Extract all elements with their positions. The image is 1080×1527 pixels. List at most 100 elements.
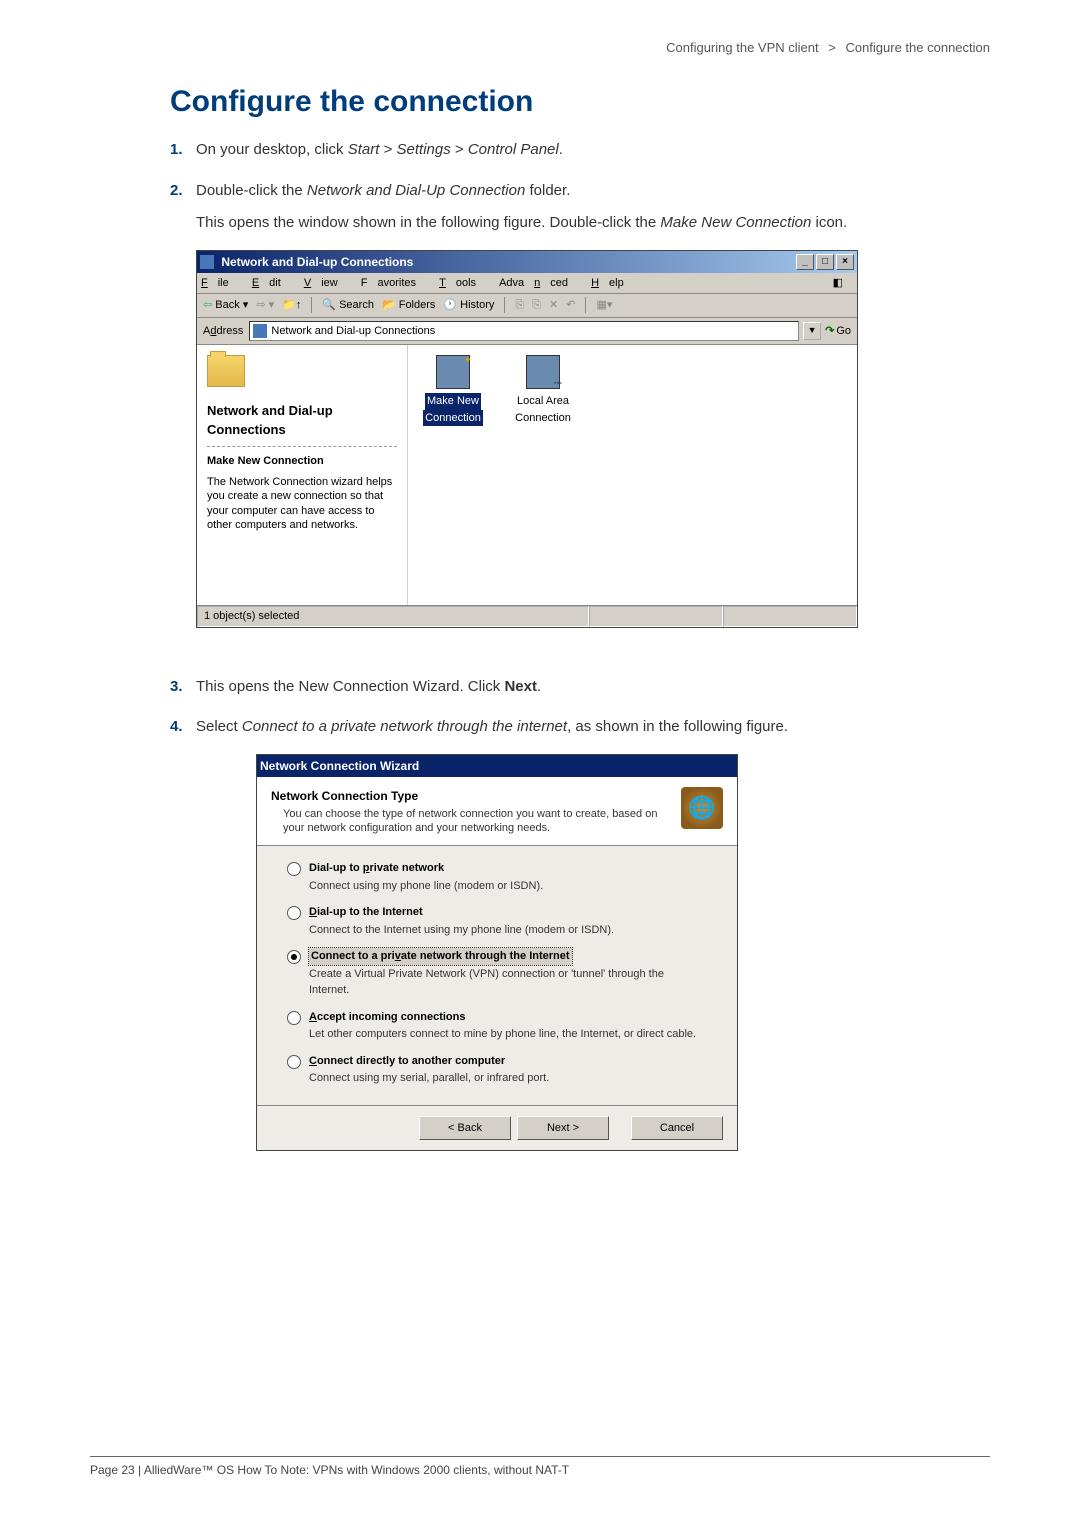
breadcrumb-section: Configuring the VPN client <box>666 40 818 55</box>
radio-dialup-internet[interactable]: Dial-up to the Internet Connect to the I… <box>287 904 707 938</box>
emph: Connect to a private network through the… <box>242 718 567 735</box>
go-button[interactable]: ↷Go <box>825 323 851 340</box>
status-cell <box>589 606 723 627</box>
text: > <box>451 141 468 158</box>
titlebar: Network Connection Wizard <box>257 755 737 777</box>
search-button[interactable]: 🔍 Search <box>322 297 374 314</box>
status-cell <box>723 606 857 627</box>
address-bar: Address Network and Dial-up Connections … <box>197 318 857 346</box>
radio-desc: Connect to the Internet using my phone l… <box>309 922 707 939</box>
radio-desc: Let other computers connect to mine by p… <box>309 1026 707 1043</box>
undo-icon[interactable]: ↶ <box>566 297 575 314</box>
text: icon. <box>811 214 847 231</box>
page-footer: Page 23 | AlliedWare™ OS How To Note: VP… <box>90 1456 990 1477</box>
radio-desc: Connect using my phone line (modem or IS… <box>309 878 707 895</box>
folder-info-pane: Network and Dial-up Connections Make New… <box>197 345 408 605</box>
strong: Next <box>504 678 537 695</box>
text: On your desktop, click <box>196 141 348 158</box>
forward-button[interactable]: ⇨ ▾ <box>256 297 274 314</box>
cancel-button[interactable]: Cancel <box>631 1116 723 1141</box>
breadcrumb-sep: > <box>828 40 836 55</box>
breadcrumb-page: Configure the connection <box>845 40 990 55</box>
back-button[interactable]: < Back <box>419 1116 511 1141</box>
toolbar: ⇦ Back ▾ ⇨ ▾ 📁↑ 🔍 Search 📂 Folders 🕐 His… <box>197 294 857 318</box>
step-body: Double-click the Network and Dial-Up Con… <box>196 180 990 658</box>
address-value: Network and Dial-up Connections <box>271 323 435 340</box>
selection-name: Make New Connection <box>207 453 397 470</box>
lan-icon <box>526 355 560 389</box>
up-button[interactable]: 📁↑ <box>282 297 301 314</box>
window-body: Network and Dial-up Connections Make New… <box>197 345 857 605</box>
menu-view[interactable]: View <box>304 275 348 292</box>
back-button[interactable]: ⇦ Back ▾ <box>203 297 248 314</box>
title-text: Network and Dial-up Connections <box>221 255 413 269</box>
wizard-title: Network Connection Type <box>271 787 681 805</box>
text: Double-click the <box>196 182 307 199</box>
local-area-connection-icon[interactable]: Local Area Connection <box>508 355 578 426</box>
step-number: 3. <box>170 676 196 699</box>
wizard-window: Network Connection Wizard Network Connec… <box>256 754 738 1152</box>
explorer-window: Network and Dial-up Connections _ □ × Fi… <box>196 250 858 628</box>
text: Select <box>196 718 242 735</box>
menubar: File Edit View Favorites Tools Advanced … <box>197 273 857 295</box>
radio-dialup-private[interactable]: Dial-up to private network Connect using… <box>287 860 707 894</box>
radio-incoming[interactable]: Accept incoming connections Let other co… <box>287 1009 707 1043</box>
moveto-icon[interactable]: ⎘ <box>515 297 524 314</box>
text: folder. <box>525 182 570 199</box>
make-new-connection-icon[interactable]: Make New Connection <box>418 355 488 426</box>
radio-desc: Connect using my serial, parallel, or in… <box>309 1070 707 1087</box>
text: This opens the window shown in the follo… <box>196 214 660 231</box>
radio-desc: Create a Virtual Private Network (VPN) c… <box>309 966 707 999</box>
text: > <box>379 141 396 158</box>
address-dropdown[interactable]: ▼ <box>803 322 821 340</box>
copyto-icon[interactable]: ⎘ <box>532 297 541 314</box>
radio-direct[interactable]: Connect directly to another computer Con… <box>287 1053 707 1087</box>
step-body: Select Connect to a private network thro… <box>196 716 990 1181</box>
step-body: On your desktop, click Start > Settings … <box>196 139 990 162</box>
text: . <box>537 678 541 695</box>
window-title: Network Connection Wizard <box>260 757 419 775</box>
folders-button[interactable]: 📂 Folders <box>382 297 435 314</box>
menu-favorites[interactable]: Favorites <box>361 275 426 292</box>
address-icon <box>253 324 267 338</box>
step-number: 4. <box>170 716 196 1181</box>
radio-icon <box>287 950 301 964</box>
page-title: Configure the connection <box>170 85 990 119</box>
emph: Settings <box>397 141 451 158</box>
folder-title: Network and Dial-up Connections <box>207 401 397 440</box>
delete-icon[interactable]: ✕ <box>549 297 558 314</box>
menu-edit[interactable]: Edit <box>252 275 291 292</box>
globe-icon: 🌐 <box>681 787 723 829</box>
throbber-icon: ◧ <box>833 275 843 292</box>
text: . <box>559 141 563 158</box>
menu-advanced[interactable]: Advanced <box>499 275 578 292</box>
window-title: Network and Dial-up Connections <box>200 253 413 271</box>
wizard-buttons: < Back Next > Cancel <box>257 1105 737 1151</box>
views-icon[interactable]: ▦▾ <box>596 297 612 314</box>
wizard-options: Dial-up to private network Connect using… <box>257 846 737 1105</box>
menu-tools[interactable]: Tools <box>439 275 486 292</box>
close-button[interactable]: × <box>836 254 854 270</box>
wizard-description: You can choose the type of network conne… <box>271 807 681 836</box>
step-body: This opens the New Connection Wizard. Cl… <box>196 676 990 699</box>
next-button[interactable]: Next > <box>517 1116 609 1141</box>
maximize-button[interactable]: □ <box>816 254 834 270</box>
wizard-icon <box>436 355 470 389</box>
minimize-button[interactable]: _ <box>796 254 814 270</box>
icons-area: Make New Connection Local Area Connectio… <box>408 345 857 605</box>
status-text: 1 object(s) selected <box>197 606 589 627</box>
emph: Control Panel <box>468 141 559 158</box>
step-number: 1. <box>170 139 196 162</box>
address-label: Address <box>203 323 243 340</box>
menu-file[interactable]: File <box>201 275 239 292</box>
titlebar: Network and Dial-up Connections _ □ × <box>197 251 857 273</box>
history-button[interactable]: 🕐 History <box>443 297 494 314</box>
text: , as shown in the following figure. <box>567 718 788 735</box>
radio-icon <box>287 1055 301 1069</box>
address-field[interactable]: Network and Dial-up Connections <box>249 321 799 342</box>
radio-icon <box>287 862 301 876</box>
menu-help[interactable]: Help <box>591 275 634 292</box>
radio-vpn[interactable]: Connect to a private network through the… <box>287 948 707 999</box>
selection-description: The Network Connection wizard helps you … <box>207 475 397 532</box>
step-number: 2. <box>170 180 196 658</box>
